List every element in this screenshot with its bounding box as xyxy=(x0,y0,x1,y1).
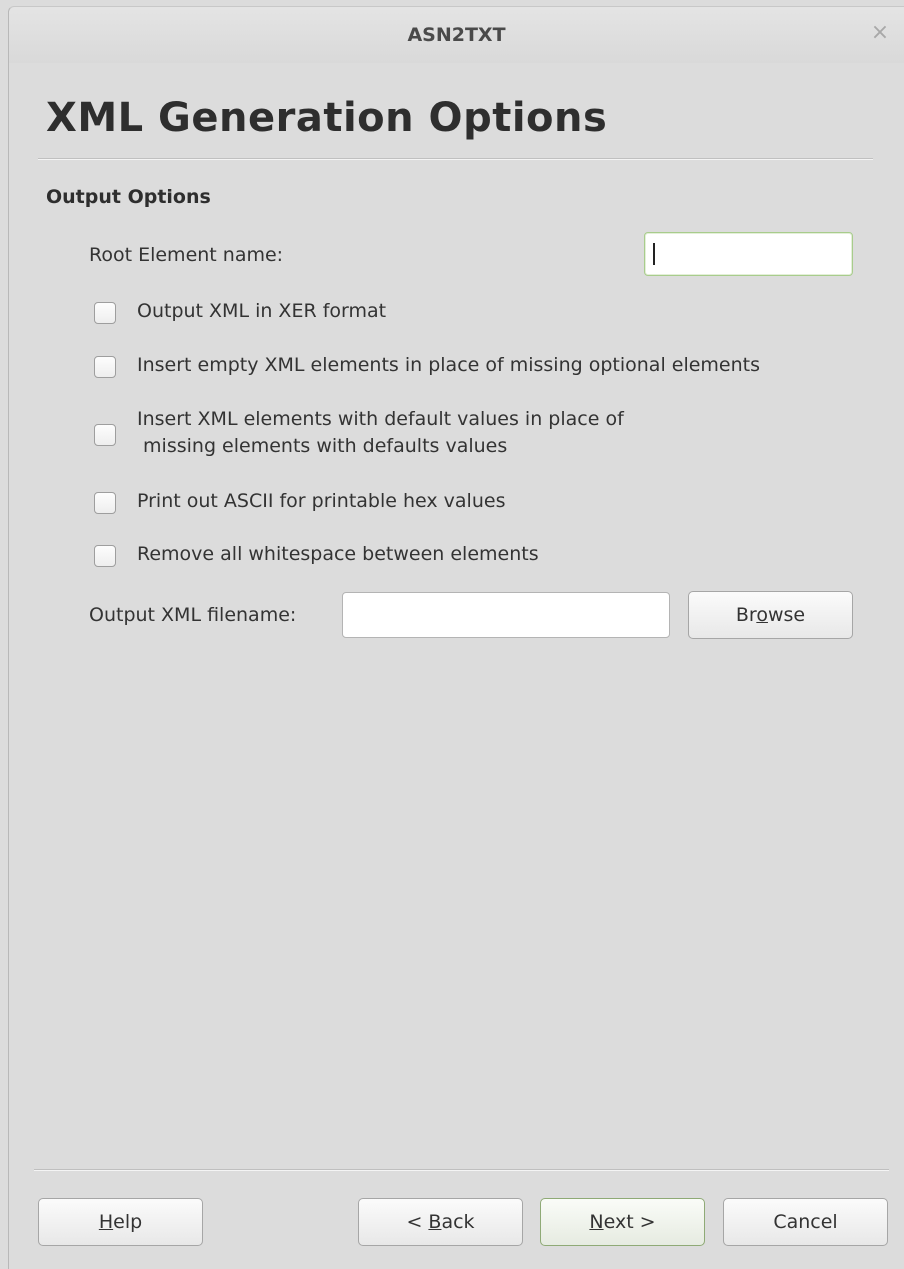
checkbox-remove-whitespace[interactable] xyxy=(94,545,116,567)
checkbox-label-default-values-line1: Insert XML elements with default values … xyxy=(137,408,624,430)
help-label-mnemonic: H xyxy=(98,1211,114,1233)
browse-label-post: wse xyxy=(767,604,806,626)
help-button[interactable]: Help xyxy=(38,1198,203,1246)
window-title: ASN2TXT xyxy=(407,24,506,46)
checkbox-label-default-values-line2: missing elements with defaults values xyxy=(137,435,508,457)
browse-label-pre: Br xyxy=(735,604,757,626)
cancel-button[interactable]: Cancel xyxy=(723,1198,888,1246)
help-label-post: elp xyxy=(113,1211,143,1233)
close-icon[interactable]: × xyxy=(868,21,892,45)
back-label-mnemonic: B xyxy=(428,1211,442,1233)
next-label-post: ext > xyxy=(603,1211,656,1233)
browse-button[interactable]: Browse xyxy=(688,591,853,639)
browse-label-mnemonic: o xyxy=(756,604,768,626)
back-label-post: ack xyxy=(441,1211,475,1233)
root-element-label: Root Element name: xyxy=(89,244,284,266)
checkbox-xer-format[interactable] xyxy=(94,302,116,324)
back-label-pre: < xyxy=(406,1211,429,1233)
section-title-output-options: Output Options xyxy=(46,186,211,208)
checkbox-label-ascii-hex: Print out ASCII for printable hex values xyxy=(137,490,506,512)
footer-divider xyxy=(34,1169,889,1171)
checkbox-label-remove-whitespace: Remove all whitespace between elements xyxy=(137,543,539,565)
page-title: XML Generation Options xyxy=(46,95,608,141)
checkbox-default-values[interactable] xyxy=(94,424,116,446)
back-button[interactable]: < Back xyxy=(358,1198,523,1246)
checkbox-label-empty-elements: Insert empty XML elements in place of mi… xyxy=(137,354,761,376)
checkbox-ascii-hex[interactable] xyxy=(94,492,116,514)
output-filename-label: Output XML filename: xyxy=(89,604,297,626)
header-divider xyxy=(38,158,873,160)
root-element-input[interactable] xyxy=(644,232,853,276)
text-caret xyxy=(653,243,655,265)
output-filename-input[interactable] xyxy=(342,592,670,638)
checkbox-label-xer-format: Output XML in XER format xyxy=(137,300,387,322)
next-button[interactable]: Next > xyxy=(540,1198,705,1246)
checkbox-empty-elements[interactable] xyxy=(94,356,116,378)
next-label-mnemonic: N xyxy=(589,1211,604,1233)
title-bar[interactable]: ASN2TXT × xyxy=(9,7,904,63)
